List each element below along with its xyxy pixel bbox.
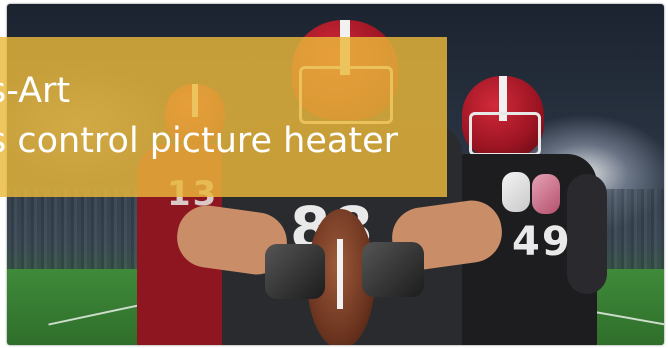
caption-title: s-Art bbox=[0, 71, 71, 111]
caption-subtitle: s control picture heater bbox=[0, 121, 398, 161]
glove-left bbox=[265, 244, 325, 299]
slide-caption-overlay[interactable]: s-Art s control picture heater bbox=[0, 37, 447, 197]
glove-right bbox=[362, 242, 424, 297]
player-right-number: 49 bbox=[512, 219, 572, 265]
